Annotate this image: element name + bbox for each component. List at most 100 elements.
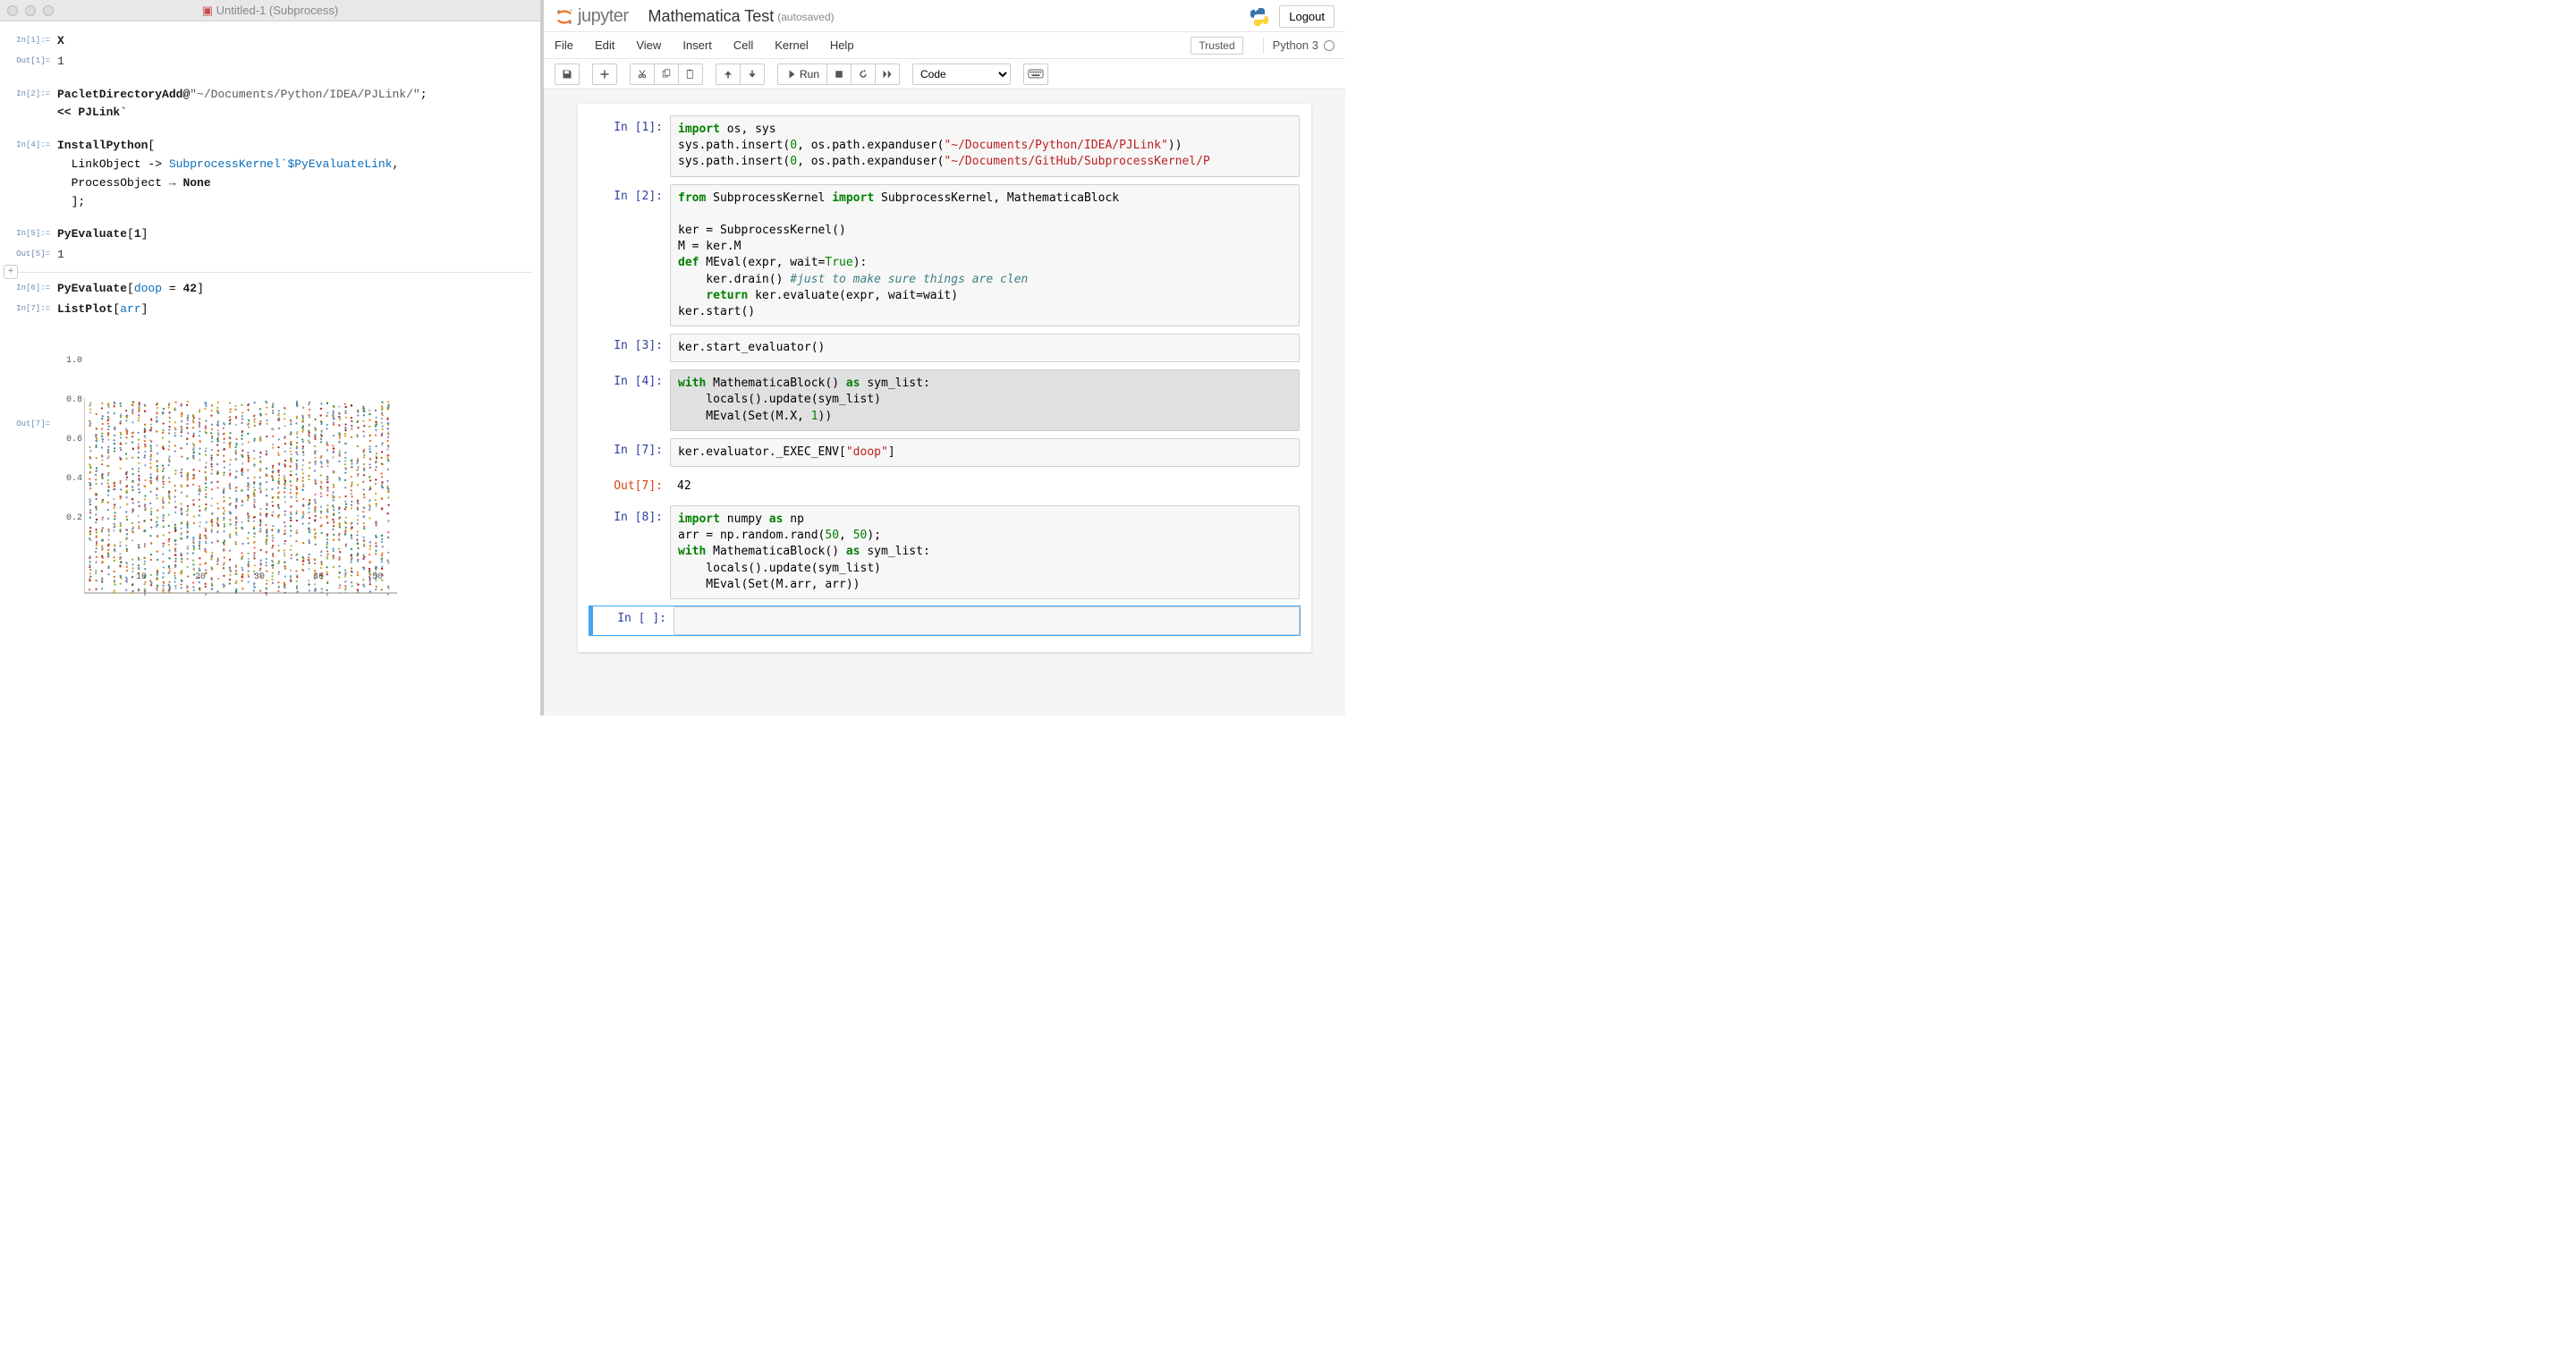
autosave-status: (autosaved) — [777, 11, 834, 23]
paste-button[interactable] — [678, 64, 703, 85]
menu-cell[interactable]: Cell — [733, 38, 753, 52]
code-text: PyEvaluate[doop = 42] — [57, 280, 533, 299]
output-cell-7: Out[7]: 42 — [589, 473, 1301, 499]
input-prompt: In [ ]: — [593, 606, 674, 635]
code-input[interactable] — [674, 606, 1300, 635]
mathematica-window: ▣ Untitled-1 (Subprocess) In[1]:= X Out[… — [0, 0, 544, 716]
cell-out-7: Out[7]= 1.0 0.8 0.6 0.4 0.2 10 20 30 40 … — [7, 321, 533, 610]
jupyter-logo-text: jupyter — [578, 6, 629, 27]
mathematica-content[interactable]: In[1]:= X Out[1]= 1 In[2]:= PacletDirect… — [0, 21, 540, 716]
y-tick: 0.2 — [57, 512, 82, 526]
cell-in-6[interactable]: In[6]:= PyEvaluate[doop = 42] — [7, 280, 533, 299]
interrupt-button[interactable] — [826, 64, 852, 85]
code-cell-empty[interactable]: In [ ]: — [589, 606, 1301, 636]
add-cell-button[interactable] — [592, 64, 617, 85]
jupyter-menubar: File Edit View Insert Cell Kernel Help T… — [544, 32, 1345, 59]
cell-label: In[2]:= — [7, 86, 57, 98]
cell-label: Out[5]= — [7, 246, 57, 258]
cell-label: In[7]:= — [7, 301, 57, 313]
code-cell-2[interactable]: In [2]: from SubprocessKernel import Sub… — [589, 183, 1301, 328]
input-prompt: In [1]: — [589, 115, 670, 177]
menu-view[interactable]: View — [636, 38, 661, 52]
output-text: 42 — [670, 474, 1300, 498]
restart-run-all-button[interactable] — [875, 64, 900, 85]
cell-in-5[interactable]: In[5]:= PyEvaluate[1] — [7, 225, 533, 244]
jupyter-body[interactable]: In [1]: import os, sys sys.path.insert(0… — [544, 89, 1345, 716]
y-tick: 0.6 — [57, 433, 82, 447]
run-group: Run — [777, 64, 900, 85]
cell-label: In[1]:= — [7, 32, 57, 45]
code-text: PyEvaluate[1] — [57, 225, 533, 244]
restart-button[interactable] — [851, 64, 876, 85]
listplot-output: 1.0 0.8 0.6 0.4 0.2 10 20 30 40 50 — [57, 321, 533, 610]
move-up-button[interactable] — [716, 64, 741, 85]
cell-label: In[6]:= — [7, 280, 57, 292]
code-cell-3[interactable]: In [3]: ker.start_evaluator() — [589, 333, 1301, 363]
notebook-container: In [1]: import os, sys sys.path.insert(0… — [578, 104, 1311, 652]
kernel-name[interactable]: Python 3 — [1273, 38, 1318, 52]
code-input[interactable]: ker.evaluator._EXEC_ENV["doop"] — [670, 438, 1300, 467]
menu-file[interactable]: File — [555, 38, 573, 52]
cell-in-1[interactable]: In[1]:= X — [7, 32, 533, 51]
run-button[interactable]: Run — [777, 64, 827, 85]
mathematica-title-text: Untitled-1 (Subprocess) — [216, 4, 339, 17]
code-cell-8[interactable]: In [8]: import numpy as np arr = np.rand… — [589, 504, 1301, 600]
trusted-badge[interactable]: Trusted — [1191, 37, 1242, 55]
cut-button[interactable] — [630, 64, 655, 85]
code-cell-1[interactable]: In [1]: import os, sys sys.path.insert(0… — [589, 114, 1301, 178]
code-text: X — [57, 34, 64, 47]
input-prompt: In [2]: — [589, 184, 670, 327]
menu-edit[interactable]: Edit — [595, 38, 614, 52]
jupyter-logo-icon — [555, 7, 574, 27]
code-input[interactable]: import numpy as np arr = np.random.rand(… — [670, 505, 1300, 599]
code-cell-4[interactable]: In [4]: with MathematicaBlock() as sym_l… — [589, 368, 1301, 432]
cell-out-5: Out[5]= 1 — [7, 246, 533, 265]
mathematica-title: ▣ Untitled-1 (Subprocess) — [0, 4, 540, 18]
code-text: ListPlot[arr] — [57, 301, 533, 319]
cell-label: In[5]:= — [7, 225, 57, 238]
cell-in-4[interactable]: In[4]:= InstallPython[ LinkObject -> Sub… — [7, 137, 533, 211]
menu-insert[interactable]: Insert — [682, 38, 712, 52]
separator — [1263, 38, 1264, 54]
code-input[interactable]: ker.start_evaluator() — [670, 334, 1300, 362]
listplot-chart: 1.0 0.8 0.6 0.4 0.2 10 20 30 40 50 — [57, 358, 397, 572]
cell-divider[interactable] — [7, 272, 533, 273]
x-tick: 30 — [254, 571, 265, 585]
cell-type-select[interactable]: Code — [912, 64, 1011, 85]
clipboard-group — [630, 64, 703, 85]
move-down-button[interactable] — [740, 64, 765, 85]
jupyter-header: jupyter Mathematica Test (autosaved) Log… — [544, 0, 1345, 32]
y-tick: 0.4 — [57, 472, 82, 487]
command-palette-button[interactable] — [1023, 64, 1048, 85]
save-button[interactable] — [555, 64, 580, 85]
menu-kernel[interactable]: Kernel — [775, 38, 809, 52]
plot-area — [84, 358, 397, 560]
cell-in-7[interactable]: In[7]:= ListPlot[arr] — [7, 301, 533, 319]
move-group — [716, 64, 765, 85]
notebook-icon: ▣ — [202, 4, 213, 17]
notebook-title[interactable]: Mathematica Test — [648, 7, 775, 26]
mathematica-titlebar: ▣ Untitled-1 (Subprocess) — [0, 0, 540, 21]
output-text: 1 — [57, 246, 533, 265]
kernel-indicator-icon[interactable] — [1324, 40, 1335, 51]
jupyter-window: jupyter Mathematica Test (autosaved) Log… — [544, 0, 1345, 716]
code-input[interactable]: with MathematicaBlock() as sym_list: loc… — [670, 369, 1300, 431]
code-cell-7[interactable]: In [7]: ker.evaluator._EXEC_ENV["doop"] — [589, 437, 1301, 468]
input-prompt: In [3]: — [589, 334, 670, 362]
menu-help[interactable]: Help — [830, 38, 854, 52]
x-tick: 40 — [313, 571, 324, 585]
jupyter-logo[interactable]: jupyter — [555, 6, 629, 27]
copy-button[interactable] — [654, 64, 679, 85]
input-prompt: In [4]: — [589, 369, 670, 431]
code-input[interactable]: from SubprocessKernel import SubprocessK… — [670, 184, 1300, 327]
code-text: InstallPython[ LinkObject -> SubprocessK… — [57, 137, 533, 211]
cell-out-1: Out[1]= 1 — [7, 53, 533, 72]
code-input[interactable]: import os, sys sys.path.insert(0, os.pat… — [670, 115, 1300, 177]
output-prompt: Out[7]: — [589, 474, 670, 498]
logout-button[interactable]: Logout — [1279, 5, 1335, 28]
input-prompt: In [7]: — [589, 438, 670, 467]
cell-label: Out[1]= — [7, 53, 57, 65]
cell-label: Out[7]= — [7, 321, 57, 428]
cell-label: In[4]:= — [7, 137, 57, 149]
cell-in-2[interactable]: In[2]:= PacletDirectoryAdd@"~/Documents/… — [7, 86, 533, 123]
